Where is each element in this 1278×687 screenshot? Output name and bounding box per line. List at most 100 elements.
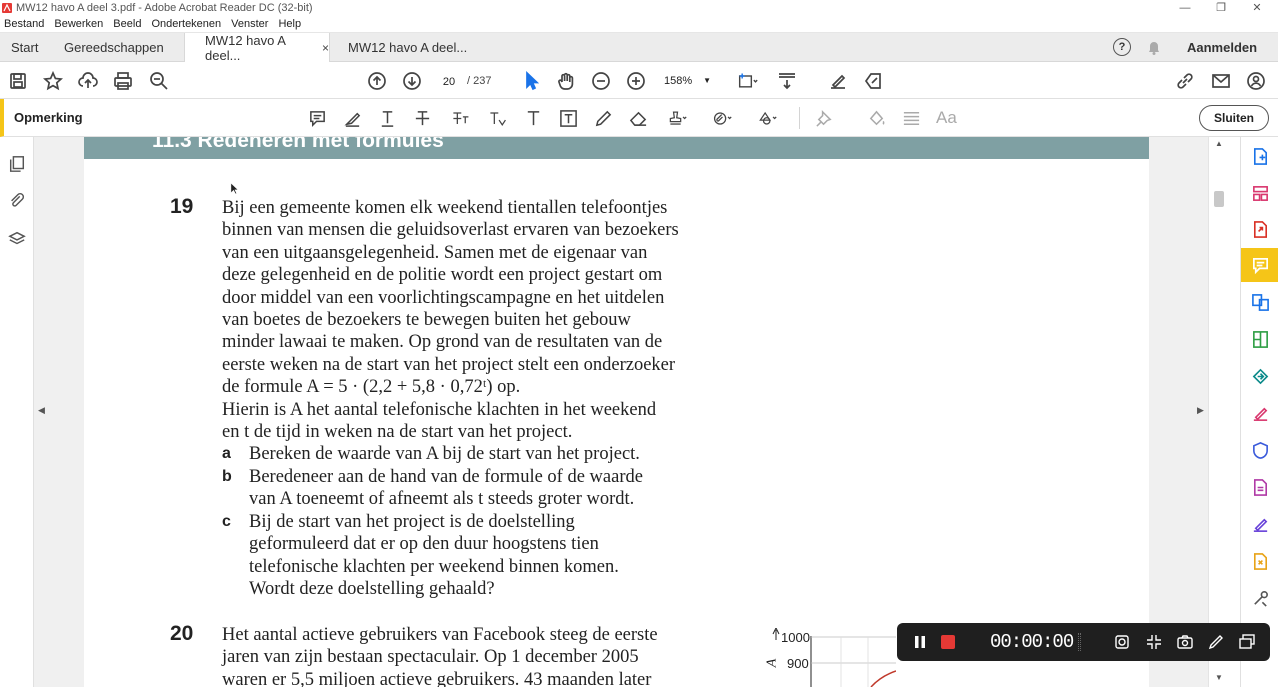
- layers-icon[interactable]: [6, 228, 28, 250]
- question-number-19: 19: [170, 195, 194, 218]
- hand-tool-icon[interactable]: [555, 70, 577, 92]
- highlight-icon[interactable]: [341, 107, 363, 129]
- menu-venster[interactable]: Venster: [231, 18, 268, 30]
- pause-icon[interactable]: [913, 635, 927, 649]
- menu-bestand[interactable]: Bestand: [4, 18, 44, 30]
- tab-tools[interactable]: Gereedschappen: [64, 33, 164, 62]
- prepare-form-icon[interactable]: [1248, 474, 1272, 500]
- font-properties-button[interactable]: Aa: [936, 108, 957, 128]
- previous-page-icon[interactable]: [366, 70, 388, 92]
- print-icon[interactable]: [112, 70, 134, 92]
- menu-beeld[interactable]: Beeld: [113, 18, 141, 30]
- scan-ocr-icon[interactable]: [1248, 548, 1272, 574]
- bookmark-star-icon[interactable]: [42, 70, 64, 92]
- attachments-icon[interactable]: [6, 189, 28, 211]
- zoom-in-icon[interactable]: [625, 70, 647, 92]
- collapse-left-icon[interactable]: ◀: [38, 405, 45, 416]
- section-header: 11.3 Redeneren met formules: [84, 137, 1149, 159]
- insert-text-icon[interactable]: [483, 107, 511, 129]
- attach-file-icon[interactable]: [707, 107, 737, 129]
- scroll-mode-icon[interactable]: [776, 70, 798, 92]
- tab-document-2[interactable]: MW12 havo A deel...: [348, 33, 467, 62]
- send-for-review-icon[interactable]: [1248, 363, 1272, 389]
- stamp-icon[interactable]: [662, 107, 692, 129]
- signin-button[interactable]: Aanmelden: [1187, 33, 1257, 62]
- minimize-recorder-icon[interactable]: [1146, 634, 1162, 650]
- share-edit-icon[interactable]: [862, 70, 884, 92]
- drag-handle[interactable]: [1078, 633, 1081, 651]
- underline-text-icon[interactable]: [376, 107, 398, 129]
- link-share-icon[interactable]: [1174, 70, 1196, 92]
- scrollbar-thumb[interactable]: [1214, 191, 1224, 207]
- main-toolbar: 20 / 237 158% ▼: [0, 62, 1278, 99]
- fit-page-icon[interactable]: [733, 70, 763, 92]
- compress-pdf-icon[interactable]: [1248, 326, 1272, 352]
- export-pdf-icon[interactable]: [1248, 216, 1272, 242]
- sign-pen-icon[interactable]: [827, 70, 849, 92]
- collapse-right-icon[interactable]: ▶: [1197, 405, 1204, 416]
- zoom-select[interactable]: 158% ▼: [660, 71, 715, 91]
- page-thumbnails-icon[interactable]: [6, 153, 28, 175]
- request-signature-icon[interactable]: [1248, 511, 1272, 537]
- pencil-icon[interactable]: [592, 107, 614, 129]
- strikethrough-icon[interactable]: [411, 107, 433, 129]
- protect-shield-icon[interactable]: [1248, 437, 1272, 463]
- add-text-icon[interactable]: [522, 107, 544, 129]
- shapes-icon[interactable]: [752, 107, 782, 129]
- stop-record-icon[interactable]: [941, 635, 955, 649]
- question-number-20: 20: [170, 622, 194, 645]
- tab-home[interactable]: Start: [11, 33, 38, 62]
- help-icon[interactable]: ?: [1113, 38, 1131, 56]
- scroll-down-icon[interactable]: ▼: [1215, 673, 1223, 682]
- acrobat-icon: [2, 2, 12, 13]
- webcam-icon[interactable]: [1114, 634, 1130, 650]
- screen-recorder-widget: 00:00:00: [897, 623, 1270, 661]
- fill-sign-icon[interactable]: [1248, 400, 1272, 426]
- select-cursor-icon[interactable]: [520, 70, 542, 92]
- text-box-icon[interactable]: [557, 107, 579, 129]
- vertical-scrollbar[interactable]: ▲ ▶ ▼: [1197, 137, 1228, 687]
- more-tools-icon[interactable]: [1248, 585, 1272, 611]
- upload-cloud-icon[interactable]: [77, 70, 99, 92]
- menu-bewerken[interactable]: Bewerken: [54, 18, 103, 30]
- fill-color-icon[interactable]: [865, 107, 887, 129]
- sub-question-letter: b: [222, 467, 232, 485]
- title-bar: MW12 havo A deel 3.pdf - Adobe Acrobat R…: [0, 0, 1278, 15]
- notification-bell-icon[interactable]: [1146, 40, 1162, 56]
- pin-icon[interactable]: [813, 107, 835, 129]
- menu-help[interactable]: Help: [278, 18, 301, 30]
- restore-button[interactable]: ❐: [1203, 0, 1239, 15]
- sub-question-line: Bereken de waarde van A bij de start van…: [249, 444, 640, 465]
- collapse-recorder-icon[interactable]: [1239, 634, 1255, 650]
- annotate-pen-icon[interactable]: [1208, 634, 1224, 650]
- menu-ondertekenen[interactable]: Ondertekenen: [151, 18, 221, 30]
- eraser-icon[interactable]: [627, 107, 649, 129]
- organize-pages-icon[interactable]: [1248, 180, 1272, 206]
- sub-question-c: c Bij de start van het project is de doe…: [222, 511, 679, 601]
- tab-close-icon[interactable]: ×: [322, 41, 329, 55]
- save-icon[interactable]: [7, 70, 29, 92]
- zoom-out-icon[interactable]: [590, 70, 612, 92]
- tab-document-active[interactable]: MW12 havo A deel... ×: [184, 33, 330, 63]
- question-20-text: Het aantal actieve gebruikers van Facebo…: [222, 624, 658, 687]
- minimize-button[interactable]: —: [1167, 0, 1203, 15]
- comment-tool-active[interactable]: [1241, 248, 1278, 282]
- add-user-icon[interactable]: [1245, 70, 1267, 92]
- page-number-input[interactable]: 20: [434, 71, 464, 91]
- search-icon[interactable]: [148, 70, 170, 92]
- replace-text-icon[interactable]: [446, 107, 474, 129]
- document-viewport[interactable]: ◀ 11.3 Redeneren met formules 19 Bij een…: [34, 137, 1228, 687]
- screenshot-camera-icon[interactable]: [1177, 634, 1193, 650]
- scroll-up-icon[interactable]: ▲: [1215, 139, 1223, 148]
- sticky-note-icon[interactable]: [306, 107, 328, 129]
- combine-files-icon[interactable]: [1248, 289, 1272, 315]
- close-comment-button[interactable]: Sluiten: [1199, 105, 1269, 131]
- sub-question-line: van A toeneemt of afneemt als t steeds g…: [249, 489, 635, 510]
- create-pdf-icon[interactable]: [1248, 143, 1272, 169]
- email-icon[interactable]: [1210, 70, 1232, 92]
- next-page-icon[interactable]: [401, 70, 423, 92]
- close-window-button[interactable]: ✕: [1239, 0, 1275, 15]
- window-title: MW12 havo A deel 3.pdf - Adobe Acrobat R…: [16, 1, 313, 14]
- line-weight-icon[interactable]: [900, 107, 922, 129]
- mouse-cursor-icon: [230, 182, 239, 198]
